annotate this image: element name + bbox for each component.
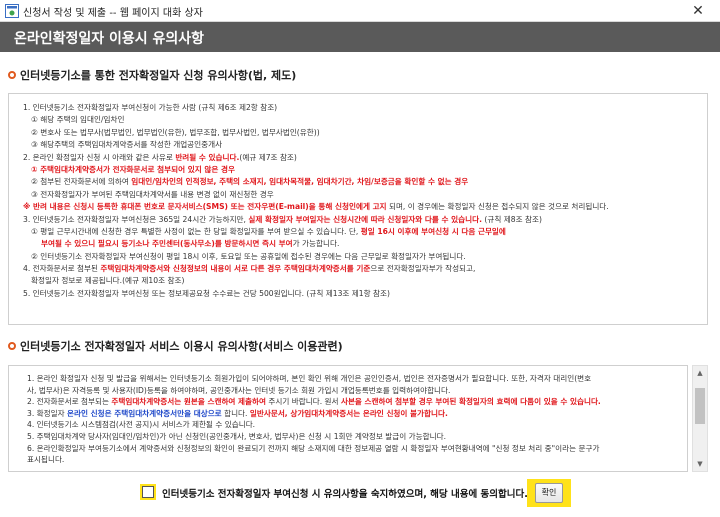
page-title: 온라인확정일자 이용시 유의사항 [14, 31, 205, 47]
section-bullet-icon [8, 71, 16, 79]
notice-line: ① 평일 근무시간내에 신청한 경우 특별한 사정이 없는 한 당일 확정일자를… [31, 226, 506, 236]
notice-line: ③ 해당주택의 주택임대차계약증서를 작성한 개업공인중개사 [31, 140, 223, 150]
section2-title: 인터넷등기소 전자확정일자 서비스 이용시 유의사항(서비스 이용관련) [20, 340, 343, 353]
notice-line: 6. 온라인확정일자 부여등기소에서 계약증서와 신청정보의 확인이 완료되기 … [27, 443, 600, 453]
app-window-icon [5, 4, 19, 18]
notice-line: 부여될 수 있으니 필요시 등기소나 주민센터(동사무소)를 방문하시면 즉시 … [41, 239, 340, 249]
legal-notice-list: 1. 인터넷등기소 전자확정일자 부여신청이 가능한 사람 (규칙 제6조 제2… [23, 102, 703, 300]
section2-heading: 인터넷등기소 전자확정일자 서비스 이용시 유의사항(서비스 이용관련) [8, 338, 343, 354]
scroll-down-arrow-icon[interactable]: ▼ [693, 457, 707, 471]
window-titlebar: 신청서 작성 및 제출 -- 웹 페이지 대화 상자 ✕ [0, 0, 720, 22]
legal-notice-box: 1. 인터넷등기소 전자확정일자 부여신청이 가능한 사람 (규칙 제6조 제2… [8, 93, 708, 325]
notice-line: 4. 인터넷등기소 시스템점검(사전 공지)시 서비스가 제한될 수 있습니다. [27, 420, 256, 430]
confirm-highlight: 확인 [527, 479, 571, 507]
consent-label[interactable]: 인터넷등기소 전자확정일자 부여신청 시 유의사항을 숙지하였으며, 해당 내용… [162, 486, 528, 500]
notice-line: 3. 인터넷등기소 전자확정일자 부여신청은 365일 24시간 가능하지만, … [23, 214, 542, 224]
page-header: 온라인확정일자 이용시 유의사항 [0, 22, 720, 52]
confirm-button[interactable]: 확인 [535, 483, 563, 503]
service-notice-list: 1. 온라인 확정일자 신청 및 발급을 위해서는 인터넷등기소 회원가입이 되… [27, 373, 683, 466]
service-notice-scrollbar[interactable]: ▲ ▼ [692, 365, 708, 472]
notice-line: 5. 인터넷등기소 전자확정일자 부여신청 또는 정보제공요청 수수료는 건당 … [23, 288, 390, 298]
notice-line: ② 첨부된 전자화문서에 의하여 임대인/임차인의 인적정보, 주택의 소재지,… [31, 177, 469, 187]
notice-line: ② 인터넷등기소 전자확정일자 부여신청이 평일 18시 이후, 토요일 또는 … [31, 251, 466, 261]
notice-line: 2. 전자화문서로 첨부되는 주택임대차계약증서는 원본을 스캔하여 제출하여 … [27, 397, 601, 407]
notice-line: 1. 인터넷등기소 전자확정일자 부여신청이 가능한 사람 (규칙 제6조 제2… [23, 103, 278, 112]
section1-heading: 인터넷등기소를 통한 전자확정일자 신청 유의사항(법, 제도) [8, 67, 296, 83]
notice-line: ③ 전자확정일자가 부여된 주택임대차계약서를 내용 변경 없이 재신청한 경우 [31, 189, 274, 199]
notice-line: ① 해당 주택의 임대인/임차인 [31, 115, 125, 125]
section1-title: 인터넷등기소를 통한 전자확정일자 신청 유의사항(법, 제도) [20, 69, 297, 82]
notice-line: 확정일자 정보로 제공됩니다.(예규 제10조 참조) [31, 276, 185, 286]
consent-checkbox[interactable] [142, 486, 154, 498]
service-notice-box[interactable]: 1. 온라인 확정일자 신청 및 발급을 위해서는 인터넷등기소 회원가입이 되… [8, 365, 688, 472]
notice-line: ② 변호사 또는 법무사(법무법인, 법무법인(유한), 법무조합, 법무사법인… [31, 127, 320, 137]
notice-line: 사, 법무사)은 자격등록 및 사용자(ID)등록을 하여야하며, 공인중개사는… [27, 385, 451, 395]
close-icon[interactable]: ✕ [676, 0, 720, 22]
notice-line: 3. 확정일자 온라인 신청은 주택임대차계약증서만을 대상으로 합니다. 일반… [27, 408, 448, 418]
notice-line: 표시됩니다. [27, 455, 65, 465]
notice-line: ※ 반려 내용은 신청시 등록한 휴대폰 번호로 문자서비스(SMS) 또는 전… [23, 202, 609, 212]
notice-line: ① 주택임대차계약증서가 전자화문서로 첨부되어 있지 않은 경우 [31, 164, 235, 174]
notice-line: 5. 주택임대차계약 당사자(임대인/임차인)가 아닌 신청인(공인중개사, 변… [27, 431, 446, 441]
notice-line: 2. 온라인 확정일자 신청 시 아래와 같은 사유로 반려될 수 있습니다.(… [23, 152, 297, 162]
section-bullet-icon [8, 342, 16, 350]
scroll-thumb[interactable] [695, 388, 705, 424]
scroll-up-arrow-icon[interactable]: ▲ [693, 366, 707, 380]
notice-line: 1. 온라인 확정일자 신청 및 발급을 위해서는 인터넷등기소 회원가입이 되… [27, 374, 592, 383]
window-title: 신청서 작성 및 제출 -- 웹 페이지 대화 상자 [23, 8, 203, 19]
notice-line: 4. 전자화문서로 첨부된 주택임대차계약증서와 신청정보의 내용이 서로 다른… [23, 264, 476, 274]
